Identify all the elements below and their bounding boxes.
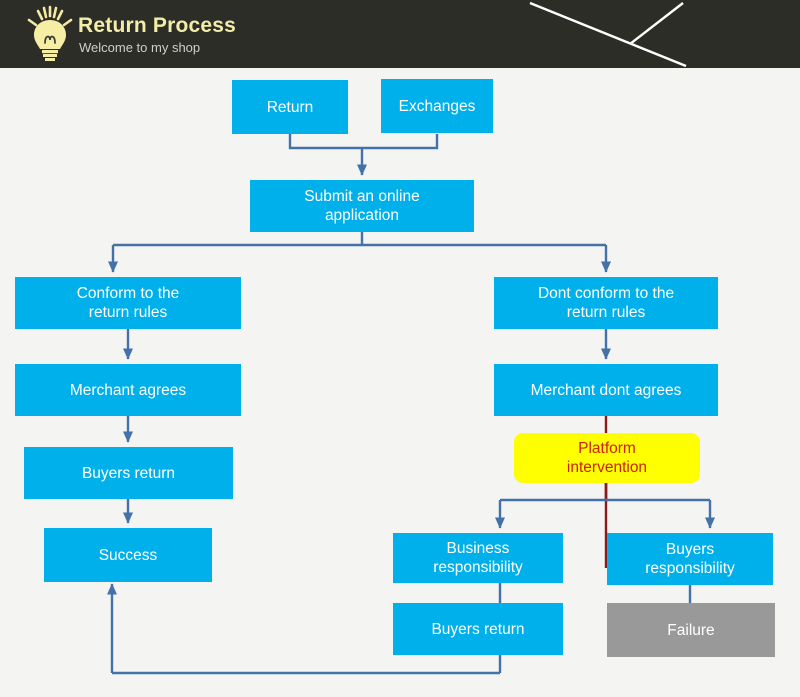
flowchart-canvas: Return Exchanges Submit an online applica… <box>0 68 800 697</box>
node-label: Return <box>266 98 314 116</box>
node-label: Buyers return <box>431 620 525 638</box>
node-dont-conform-to-return-rules[interactable]: Dont conform to the return rules <box>494 277 718 329</box>
node-label: Merchant agrees <box>69 381 187 399</box>
node-return[interactable]: Return <box>232 80 348 134</box>
node-label: Conform to the return rules <box>76 285 180 321</box>
lightbulb-icon <box>27 5 73 61</box>
node-failure[interactable]: Failure <box>607 603 775 657</box>
node-exchanges[interactable]: Exchanges <box>381 79 493 133</box>
node-label: Failure <box>667 621 715 639</box>
page-title: Return Process <box>78 14 237 37</box>
node-business-responsibility[interactable]: Business responsibility <box>393 533 563 583</box>
node-label: Business responsibility <box>433 540 523 576</box>
flowchart-page: Return Process Welcome to my shop Return… <box>0 0 800 697</box>
node-label: Buyers return <box>81 464 176 482</box>
node-label: Buyers responsibility <box>645 541 735 577</box>
node-label: Exchanges <box>398 97 476 115</box>
node-platform-intervention[interactable]: Platform intervention <box>514 433 700 483</box>
node-label: Submit an online application <box>304 188 420 224</box>
node-success[interactable]: Success <box>44 528 212 582</box>
node-label: Dont conform to the return rules <box>537 285 675 321</box>
node-merchant-dont-agrees[interactable]: Merchant dont agrees <box>494 364 718 416</box>
node-buyers-return-middle[interactable]: Buyers return <box>393 603 563 655</box>
node-buyers-responsibility[interactable]: Buyers responsibility <box>607 533 773 585</box>
page-header: Return Process Welcome to my shop <box>0 0 800 68</box>
node-submit-application[interactable]: Submit an online application <box>250 180 474 232</box>
node-merchant-agrees[interactable]: Merchant agrees <box>15 364 241 416</box>
node-label: Success <box>98 546 158 564</box>
node-buyers-return-left[interactable]: Buyers return <box>24 447 233 499</box>
node-label: Platform intervention <box>566 440 648 476</box>
edge-return-exchanges-join <box>288 134 439 150</box>
node-conform-to-return-rules[interactable]: Conform to the return rules <box>15 277 241 329</box>
node-label: Merchant dont agrees <box>530 381 682 399</box>
page-subtitle: Welcome to my shop <box>79 40 201 55</box>
